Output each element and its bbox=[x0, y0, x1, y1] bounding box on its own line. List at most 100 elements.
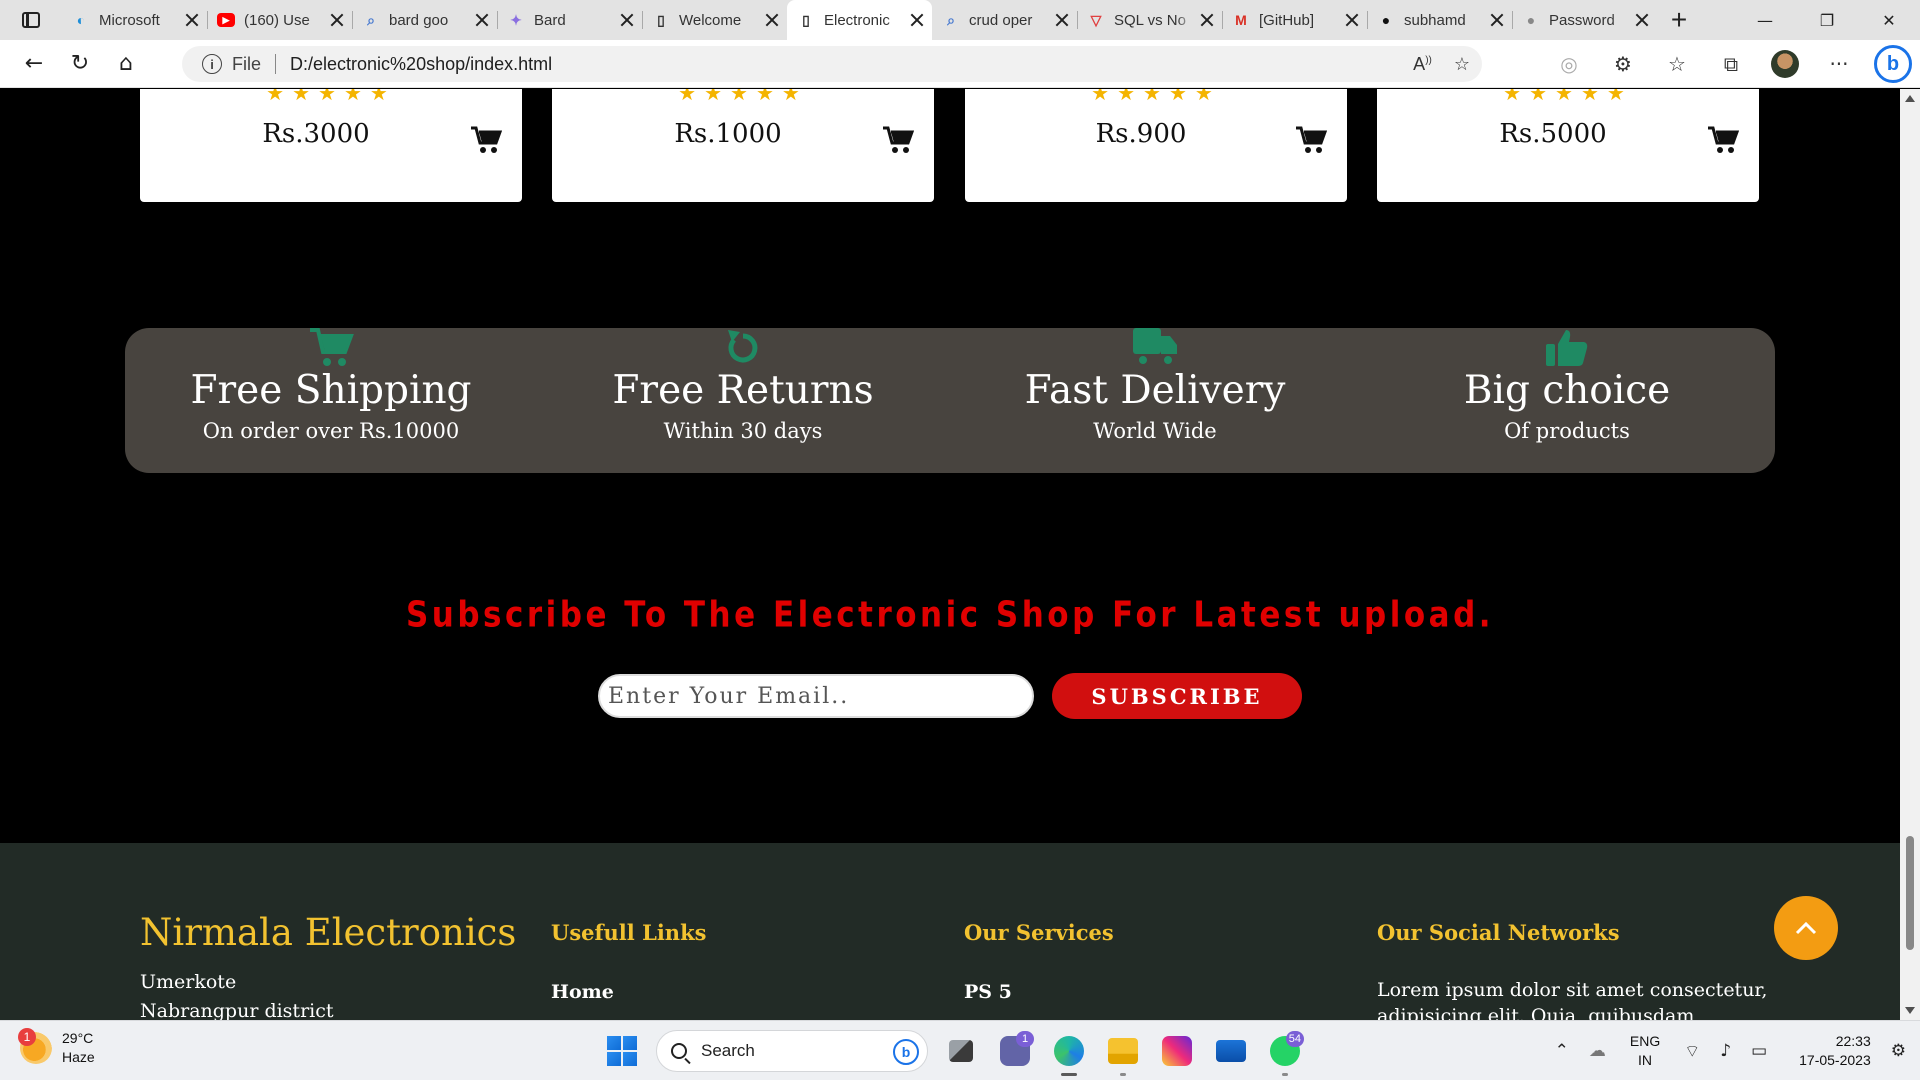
notifications-icon[interactable]: ⚙ bbox=[1891, 1041, 1906, 1061]
page-scrollbar[interactable] bbox=[1900, 89, 1920, 1020]
add-to-cart-icon[interactable] bbox=[1707, 125, 1740, 155]
url-text[interactable]: D:/electronic%20shop/index.html bbox=[290, 54, 552, 75]
close-tab-icon[interactable] bbox=[765, 13, 779, 27]
browser-tab[interactable]: M [GitHub] bbox=[1222, 0, 1367, 40]
close-tab-icon[interactable] bbox=[1635, 13, 1649, 27]
minimize-button[interactable]: — bbox=[1734, 0, 1796, 40]
file-explorer-app[interactable] bbox=[1096, 1029, 1150, 1076]
product-card: ★★★★★ Rs.900 bbox=[965, 89, 1347, 202]
volume-icon[interactable]: ♪ bbox=[1720, 1041, 1731, 1061]
browser-tab[interactable]: ✦ Bard bbox=[497, 0, 642, 40]
tab-actions-button[interactable] bbox=[0, 0, 62, 40]
gmail-icon: M bbox=[1235, 12, 1247, 28]
mail-app[interactable] bbox=[1204, 1029, 1258, 1073]
back-button[interactable]: ← bbox=[12, 46, 56, 82]
info-icon[interactable]: i bbox=[202, 54, 222, 74]
chevron-up-icon[interactable]: ⌃ bbox=[1555, 1041, 1569, 1061]
language-indicator[interactable]: ENG IN bbox=[1630, 1032, 1660, 1070]
refresh-button[interactable]: ↻ bbox=[58, 46, 102, 82]
address-separator bbox=[275, 54, 277, 74]
close-tab-icon[interactable] bbox=[1200, 13, 1214, 27]
subscribe-button[interactable]: SUBSCRIBE bbox=[1052, 673, 1302, 719]
feature-title: Fast Delivery bbox=[1024, 368, 1286, 413]
task-view-button[interactable] bbox=[934, 1029, 988, 1073]
close-tab-icon[interactable] bbox=[1490, 13, 1504, 27]
read-aloud-icon[interactable]: A)) bbox=[1413, 54, 1432, 75]
product-price: Rs.5000 bbox=[1499, 119, 1607, 149]
close-tab-icon[interactable] bbox=[185, 13, 199, 27]
browser-tab[interactable]: ▽ SQL vs No bbox=[1077, 0, 1222, 40]
instagram-app[interactable] bbox=[1150, 1029, 1204, 1073]
taskbar: 1 29°C Haze Search b 1 54 ⌃ ☁ ENG IN ⌔ ♪… bbox=[0, 1020, 1920, 1080]
close-tab-icon[interactable] bbox=[475, 13, 489, 27]
footer-address-line2: Nabrangpur district bbox=[140, 1000, 334, 1020]
address-bar[interactable]: i File D:/electronic%20shop/index.html A… bbox=[182, 46, 1482, 82]
add-to-cart-icon[interactable] bbox=[470, 125, 503, 155]
close-tab-icon[interactable] bbox=[620, 13, 634, 27]
browser-tab[interactable]: ◐ Microsoft bbox=[62, 0, 207, 40]
window-controls: — ❐ ✕ bbox=[1734, 0, 1920, 40]
search-label: Search bbox=[701, 1041, 755, 1060]
cart-icon bbox=[308, 328, 354, 368]
tab-title: Bard bbox=[534, 11, 566, 29]
address-bar-actions: A)) ☆ bbox=[1413, 46, 1470, 82]
browser-tab[interactable]: ▶ (160) Use bbox=[207, 0, 352, 40]
browser-tab[interactable]: ● subhamd bbox=[1367, 0, 1512, 40]
close-tab-icon[interactable] bbox=[910, 13, 924, 27]
wifi-icon[interactable]: ⌔ bbox=[1684, 1041, 1700, 1062]
feature-title: Free Returns bbox=[612, 368, 874, 413]
new-tab-button[interactable]: + bbox=[1657, 0, 1701, 40]
collections-icon[interactable]: ⧉ bbox=[1704, 40, 1758, 88]
product-price: Rs.3000 bbox=[262, 119, 370, 149]
add-to-cart-icon[interactable] bbox=[1295, 125, 1328, 155]
extensions-icon[interactable]: ⚙ bbox=[1596, 40, 1650, 88]
useful-links-heading: Usefull Links bbox=[551, 920, 707, 945]
browser-tab[interactable]: ▯ Welcome bbox=[642, 0, 787, 40]
edge-app[interactable] bbox=[1042, 1029, 1096, 1076]
feature-subtitle: On order over Rs.10000 bbox=[202, 419, 460, 443]
subscribe-title: Subscribe To The Electronic Shop For Lat… bbox=[405, 594, 1495, 636]
home-button[interactable]: ⌂ bbox=[104, 46, 148, 82]
add-favorite-icon[interactable]: ☆ bbox=[1454, 54, 1470, 75]
bing-icon: b bbox=[893, 1039, 919, 1065]
taskbar-search[interactable]: Search b bbox=[656, 1030, 928, 1072]
restore-button[interactable]: ❐ bbox=[1796, 0, 1858, 40]
browser-tab[interactable]: ⌕ bard goo bbox=[352, 0, 497, 40]
tracking-prevention-icon[interactable]: ◎ bbox=[1542, 40, 1596, 88]
tab-title: Microsoft bbox=[99, 11, 160, 29]
teams-app[interactable]: 1 bbox=[988, 1029, 1042, 1073]
close-tab-icon[interactable] bbox=[330, 13, 344, 27]
social-description: Lorem ipsum dolor sit amet consectetur, … bbox=[1377, 979, 1768, 1020]
browser-tab[interactable]: ● Password bbox=[1512, 0, 1657, 40]
weather-widget[interactable]: 1 29°C Haze bbox=[18, 1028, 95, 1067]
scroll-down-arrow[interactable] bbox=[1905, 1007, 1915, 1014]
address-bar-row: ← ↻ ⌂ i File D:/electronic%20shop/index.… bbox=[0, 40, 1920, 88]
browser-tab[interactable]: ⌕ crud oper bbox=[932, 0, 1077, 40]
bing-chat-button[interactable]: b bbox=[1866, 40, 1920, 88]
browser-tab[interactable]: ▯ Electronic bbox=[787, 0, 932, 40]
more-menu-icon[interactable]: ··· bbox=[1812, 40, 1866, 88]
weather-temp: 29°C bbox=[62, 1030, 94, 1046]
close-tab-icon[interactable] bbox=[1055, 13, 1069, 27]
scroll-up-arrow[interactable] bbox=[1905, 95, 1915, 102]
close-tab-icon[interactable] bbox=[1345, 13, 1359, 27]
footer-service-ps5[interactable]: PS 5 bbox=[964, 981, 1012, 1003]
task-view-icon bbox=[949, 1040, 973, 1062]
feature-free-shipping: Free Shipping On order over Rs.10000 bbox=[125, 328, 537, 473]
whatsapp-app[interactable]: 54 bbox=[1258, 1029, 1312, 1076]
favorites-icon[interactable]: ☆ bbox=[1650, 40, 1704, 88]
clock[interactable]: 22:33 17-05-2023 bbox=[1799, 1032, 1871, 1070]
add-to-cart-icon[interactable] bbox=[882, 125, 915, 155]
scroll-to-top-button[interactable] bbox=[1774, 896, 1838, 960]
battery-icon[interactable]: ▭ bbox=[1751, 1041, 1767, 1061]
footer-link-home[interactable]: Home bbox=[551, 981, 614, 1003]
tab-title: Welcome bbox=[679, 11, 742, 29]
email-input[interactable] bbox=[598, 674, 1034, 718]
onedrive-icon[interactable]: ☁ bbox=[1589, 1041, 1606, 1061]
feature-title: Free Shipping bbox=[190, 368, 472, 413]
tab-title: bard goo bbox=[389, 11, 449, 29]
profile-button[interactable] bbox=[1758, 40, 1812, 88]
close-window-button[interactable]: ✕ bbox=[1858, 0, 1920, 40]
start-button[interactable] bbox=[607, 1036, 637, 1066]
scrollbar-thumb[interactable] bbox=[1906, 836, 1914, 950]
